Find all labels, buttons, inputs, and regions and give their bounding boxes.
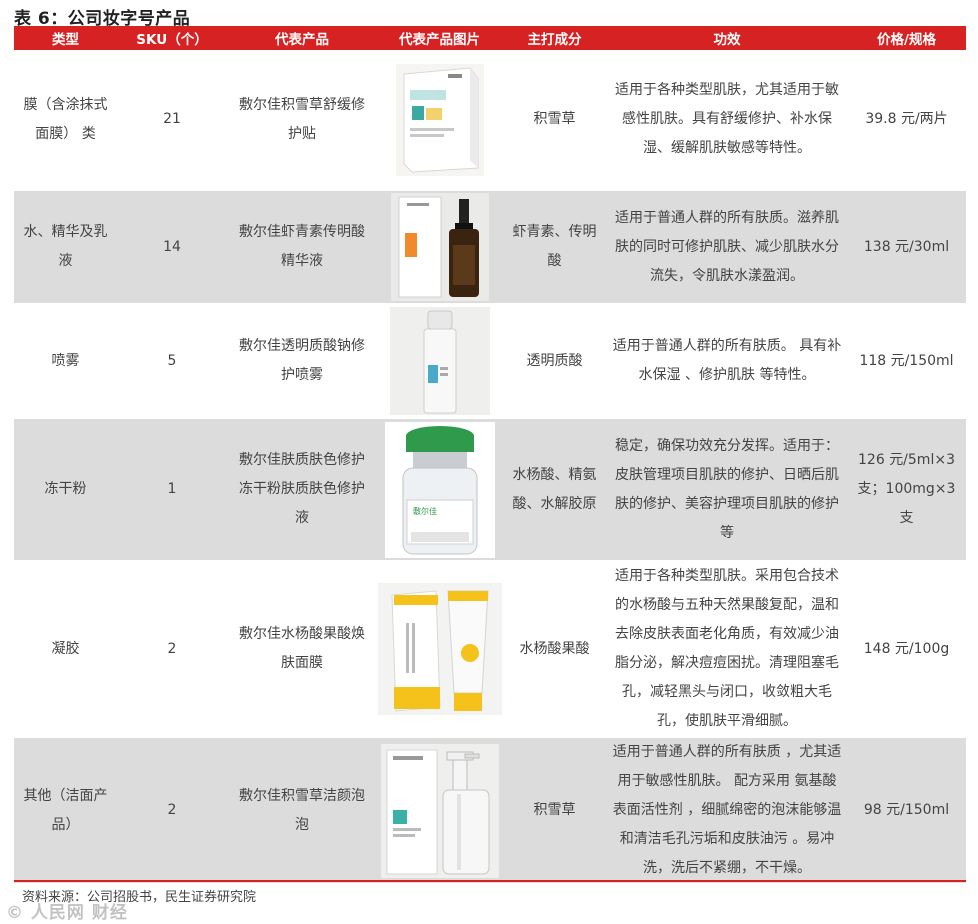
cell-price: 148 元/100g (847, 561, 966, 738)
cell-sku: 21 (117, 50, 227, 191)
table-row: 冻干粉 1 敷尔佳肤质肤色修护冻干粉肤质肤色修护液 敷尔佳 水杨酸、精氨酸、水解… (14, 418, 966, 562)
cell-effect: 适用于各种类型肌肤，尤其适用于敏感性肌肤。具有舒缓修护、补水保湿、缓解肌肤敏感等… (607, 50, 847, 191)
cell-ingredient: 透明质酸 (502, 304, 607, 419)
header-price: 价格/规格 (847, 26, 966, 50)
spray-bottle-image (389, 307, 490, 415)
cell-image (377, 190, 502, 305)
cell-sku: 2 (117, 737, 227, 885)
cell-effect: 适用于各种类型肌肤。采用包合技术的水杨酸与五种天然果酸复配，温和去除皮肤表面老化… (607, 561, 847, 738)
header-ingredient: 主打成分 (502, 26, 607, 50)
cell-image (377, 50, 502, 191)
header-type: 类型 (14, 26, 117, 50)
cell-price: 98 元/150ml (847, 737, 966, 885)
table-row: 其他（洁面产品） 2 敷尔佳积雪草洁颜泡泡 积雪草 适用于普通人群的所有肤质 ，… (14, 737, 966, 885)
cell-price: 126 元/5ml×3支；100mg×3支 (847, 418, 966, 562)
cell-type: 膜（含涂抹式面膜） 类 (14, 50, 117, 191)
header-effect: 功效 (607, 26, 847, 50)
cell-product: 敷尔佳水杨酸果酸焕肤面膜 (227, 561, 377, 738)
table-bottom-rule (14, 880, 966, 882)
header-sku: SKU（个） (117, 26, 227, 50)
cell-product: 敷尔佳积雪草舒缓修护贴 (227, 50, 377, 191)
gel-tube-image (377, 583, 502, 715)
cell-image (377, 304, 502, 419)
cell-product: 敷尔佳肤质肤色修护冻干粉肤质肤色修护液 (227, 418, 377, 562)
cell-product: 敷尔佳积雪草洁颜泡泡 (227, 737, 377, 885)
product-table: 类型 SKU（个） 代表产品 代表产品图片 主打成分 功效 价格/规格 膜（含涂… (14, 26, 966, 885)
cell-sku: 14 (117, 190, 227, 305)
vial-label: 敷尔佳 (413, 506, 437, 516)
cell-effect: 适用于普通人群的所有肤质。 具有补水保湿 、修护肌肤 等特性。 (607, 304, 847, 419)
cell-image (377, 737, 502, 885)
header-image: 代表产品图片 (377, 26, 502, 50)
serum-bottle-image (390, 193, 489, 301)
cell-price: 138 元/30ml (847, 190, 966, 305)
cell-product: 敷尔佳透明质酸钠修护喷雾 (227, 304, 377, 419)
cell-price: 118 元/150ml (847, 304, 966, 419)
cell-product: 敷尔佳虾青素传明酸精华液 (227, 190, 377, 305)
cell-sku: 2 (117, 561, 227, 738)
cell-ingredient: 水杨酸、精氨酸、水解胶原 (502, 418, 607, 562)
cell-ingredient: 虾青素、传明酸 (502, 190, 607, 305)
cell-sku: 5 (117, 304, 227, 419)
table-header-row: 类型 SKU（个） 代表产品 代表产品图片 主打成分 功效 价格/规格 (14, 26, 966, 50)
cell-ingredient: 积雪草 (502, 50, 607, 191)
cell-ingredient: 水杨酸果酸 (502, 561, 607, 738)
table-row: 膜（含涂抹式面膜） 类 21 敷尔佳积雪草舒缓修护贴 积雪草 适用于各种类型肌肤… (14, 50, 966, 191)
table-row: 喷雾 5 敷尔佳透明质酸钠修护喷雾 透明质酸 适用于普通人群的所有肤质。 具有补… (14, 304, 966, 419)
foam-pump-image (380, 743, 499, 878)
cell-effect: 稳定，确保功效充分发挥。适用于：皮肤管理项目肌肤的修护、日晒后肌肤的修护、美容护… (607, 418, 847, 562)
table-row: 凝胶 2 敷尔佳水杨酸果酸焕肤面膜 水杨酸果酸 适用于各种类型肌肤。采用包合技术… (14, 561, 966, 738)
cell-effect: 适用于普通人群的所有肤质。滋养肌肤的同时可修护肌肤、减少肌肤水分流失，令肌肤水漾… (607, 190, 847, 305)
freeze-dried-vial-image: 敷尔佳 (384, 421, 495, 558)
cell-sku: 1 (117, 418, 227, 562)
cell-type: 其他（洁面产品） (14, 737, 117, 885)
cell-type: 冻干粉 (14, 418, 117, 562)
cell-price: 39.8 元/两片 (847, 50, 966, 191)
cell-image (377, 561, 502, 738)
table-row: 水、精华及乳液 14 敷尔佳虾青素传明酸精华液 虾青素、传明酸 适用于普通人群的… (14, 190, 966, 305)
cell-image: 敷尔佳 (377, 418, 502, 562)
cell-effect: 适用于普通人群的所有肤质 ，尤其适用于敏感性肌肤。 配方采用 氨基酸表面活性剂 … (607, 737, 847, 885)
cell-type: 凝胶 (14, 561, 117, 738)
cell-type: 水、精华及乳液 (14, 190, 117, 305)
mask-box-image (395, 63, 484, 176)
watermark: © 人民网 财经 (6, 903, 128, 923)
header-product: 代表产品 (227, 26, 377, 50)
cell-type: 喷雾 (14, 304, 117, 419)
cell-ingredient: 积雪草 (502, 737, 607, 885)
